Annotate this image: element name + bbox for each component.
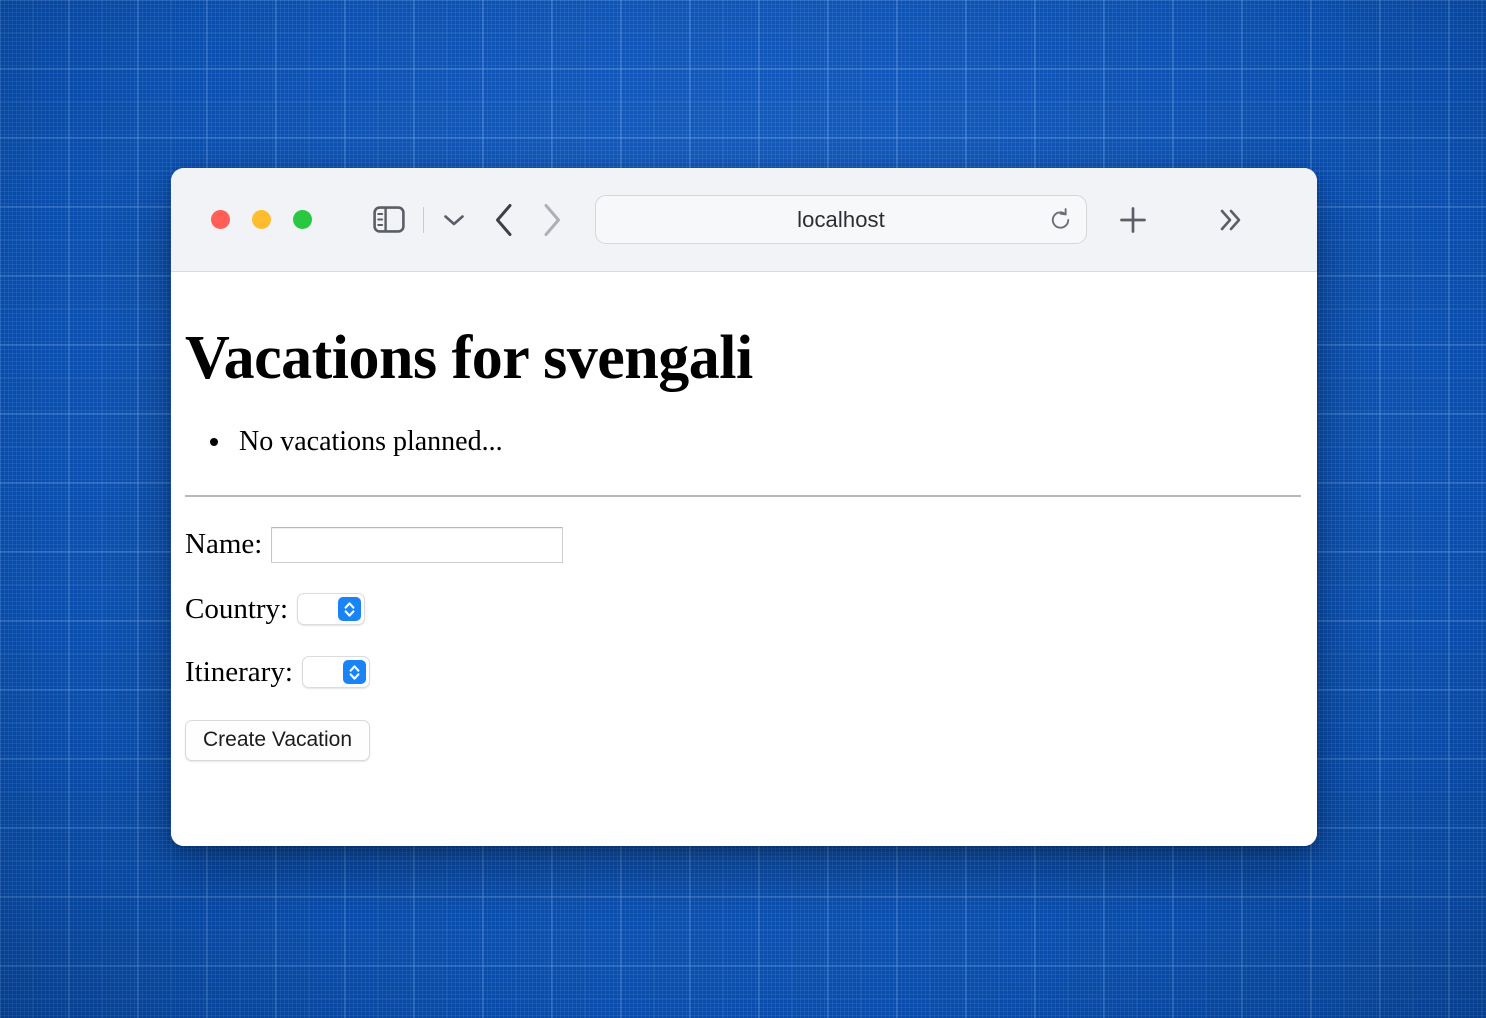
itinerary-label: Itinerary:	[185, 655, 293, 688]
sidebar-toggle-icon[interactable]	[373, 206, 405, 233]
browser-toolbar: localhost	[171, 168, 1317, 272]
chevron-double-right-icon[interactable]	[1215, 207, 1245, 233]
reload-icon[interactable]	[1049, 207, 1073, 232]
name-label: Name:	[185, 528, 263, 561]
itinerary-select[interactable]	[301, 656, 370, 689]
stepper-chevrons-icon	[342, 660, 366, 685]
itinerary-row: Itinerary:	[171, 656, 1317, 689]
minimize-window-button[interactable]	[252, 210, 271, 229]
stepper-chevrons-icon	[338, 597, 362, 622]
create-vacation-button[interactable]: Create Vacation	[185, 719, 371, 761]
vacation-list: No vacations planned...	[171, 425, 1317, 459]
country-select[interactable]	[297, 593, 366, 626]
name-input[interactable]	[271, 526, 564, 563]
window-controls	[211, 210, 312, 229]
chevron-down-icon[interactable]	[443, 213, 465, 227]
forward-button[interactable]	[541, 203, 563, 237]
close-window-button[interactable]	[211, 210, 230, 229]
maximize-window-button[interactable]	[293, 210, 312, 229]
browser-window: localhost Vacations for svengali • No va…	[171, 168, 1317, 846]
address-bar-text: localhost	[797, 206, 885, 232]
back-button[interactable]	[493, 203, 515, 237]
list-item: No vacations planned...	[233, 425, 1317, 459]
toolbar-divider	[423, 206, 424, 233]
country-label: Country:	[185, 592, 289, 625]
page-content: Vacations for svengali No vacations plan…	[171, 272, 1317, 846]
name-row: Name:	[171, 526, 1317, 563]
content-divider	[185, 494, 1301, 497]
page-title: Vacations for svengali	[185, 324, 753, 392]
plus-icon[interactable]	[1118, 205, 1148, 235]
country-row: Country:	[171, 593, 1317, 626]
address-bar[interactable]: localhost	[595, 195, 1087, 244]
